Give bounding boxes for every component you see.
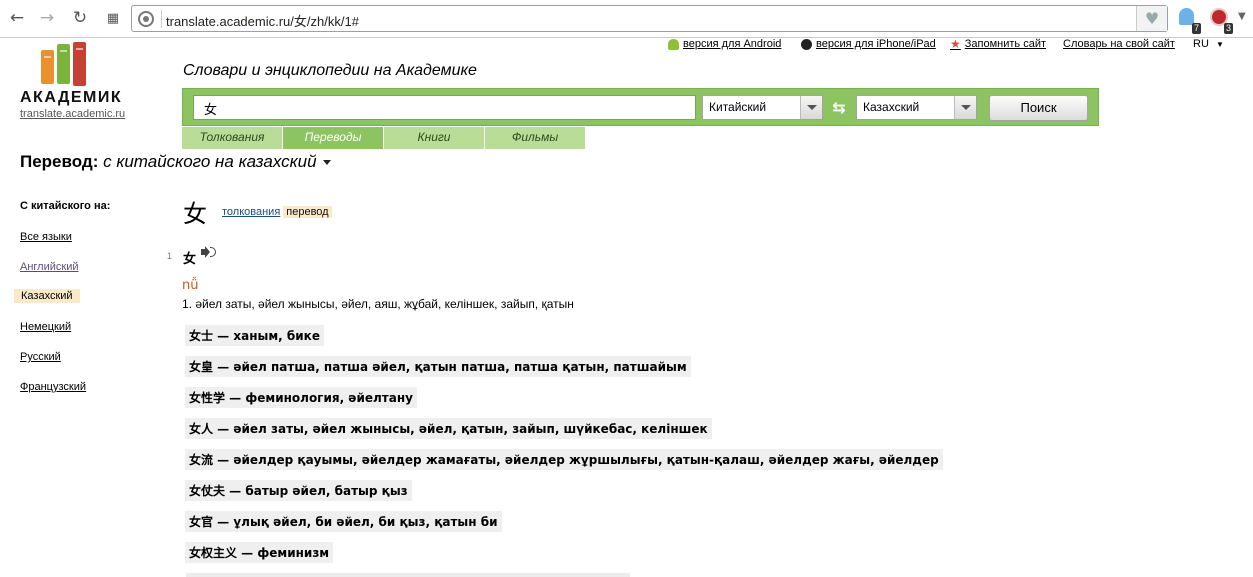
address-bar[interactable]: translate.academic.ru/女/zh/kk/1# ♥ (131, 5, 1168, 32)
speaker-wave (210, 247, 216, 257)
headword: 女 (183, 200, 207, 228)
sidebar-item-english[interactable]: Английский (20, 261, 79, 273)
url-text[interactable]: translate.academic.ru/女/zh/kk/1# (166, 11, 359, 30)
source-language-select[interactable]: Китайский (702, 95, 823, 120)
page-title-label: Перевод: (20, 152, 99, 171)
headword-links: толкования перевод (222, 206, 332, 218)
chevron-down-icon[interactable] (800, 96, 822, 119)
phrase-item: 女仗夫 — батыр әйел, батыр қыз (185, 480, 412, 501)
entry-number: 1 (167, 251, 173, 261)
bookmark-site-link[interactable]: ★ Запомнить сайт (950, 36, 1047, 51)
language-selector[interactable]: RU ▼ (1193, 38, 1224, 50)
phrase-item: 女人 — әйел заты, әйел жынысы, әйел, қатын… (185, 418, 712, 439)
reload-icon[interactable]: ↻ (68, 7, 92, 29)
sidebar-item-french[interactable]: Французский (20, 381, 86, 393)
definition: 1. әйел заты, әйел жынысы, әйел, аяш, жұ… (182, 297, 574, 311)
phrase-item: 女官 — ұлық әйел, би әйел, би қыз, қатын б… (185, 511, 502, 532)
chevron-down-icon[interactable] (954, 96, 976, 119)
tab-definitions[interactable]: Толкования (182, 127, 283, 149)
logo-book-green (57, 44, 70, 84)
tab-films[interactable]: Фильмы (485, 127, 586, 149)
ghost-shape (1179, 8, 1194, 25)
page-title: Перевод: с китайского на казахский (20, 152, 331, 172)
forward-arrow-icon[interactable]: → (35, 7, 59, 29)
logo-books-icon[interactable] (41, 42, 89, 86)
phrase-item: 女皇 — әйел патша, патша әйел, қатын патша… (185, 356, 691, 377)
star-icon: ★ (950, 36, 961, 51)
sidebar-item-kazakh: Казахский (14, 289, 80, 303)
site-title: Словари и энциклопедии на Академике (183, 62, 477, 79)
search-panel: 女 Китайский ⇆ Казахский Поиск (182, 88, 1099, 126)
source-language-value: Китайский (709, 100, 767, 114)
language-label: RU (1193, 38, 1209, 50)
swap-languages-icon[interactable]: ⇆ (828, 98, 850, 118)
search-button[interactable]: Поиск (989, 95, 1088, 121)
iphone-link-label: версия для iPhone/iPad (816, 38, 936, 50)
logo-url-link[interactable]: translate.academic.ru (20, 108, 125, 120)
search-input[interactable]: 女 (193, 95, 696, 120)
back-arrow-icon[interactable]: ← (5, 7, 29, 29)
target-language-value: Казахский (863, 100, 920, 114)
dictionary-widget-link[interactable]: Словарь на свой сайт (1063, 38, 1175, 50)
target-language-select[interactable]: Казахский (856, 95, 977, 120)
android-icon (668, 38, 679, 50)
phrase-item: 女流 — әйелдер қауымы, әйелдер жамағаты, ә… (185, 449, 943, 470)
sidebar-item-german[interactable]: Немецкий (20, 321, 71, 333)
heart-bookmark-icon[interactable]: ♥ (1136, 6, 1167, 31)
ghostery-extension-icon[interactable]: 7 (1177, 8, 1201, 34)
translation-current: перевод (283, 206, 332, 218)
url-separator (161, 10, 162, 28)
caret-down-icon[interactable] (322, 160, 331, 166)
adblock-badge: 3 (1223, 23, 1233, 34)
speaker-icon[interactable] (201, 246, 216, 259)
phrase-item: 女权主义 — феминизм (185, 542, 334, 563)
adblock-extension-icon[interactable]: 3 (1209, 8, 1233, 34)
dictionary-link-label: Словарь на свой сайт (1063, 38, 1175, 50)
top-links: версия для Android версия для iPhone/iPa… (0, 38, 1253, 52)
pinyin: nǚ (182, 278, 199, 293)
logo-book-orange (41, 50, 54, 84)
browser-menu-icon[interactable]: ▼ (1238, 11, 1246, 22)
sidebar-heading: С китайского на: (20, 200, 111, 212)
logo-book-red (73, 42, 86, 86)
tab-translations[interactable]: Переводы (283, 127, 384, 149)
definitions-link[interactable]: толкования (222, 206, 280, 218)
android-link-label: версия для Android (683, 38, 782, 50)
globe-icon (138, 11, 154, 27)
tab-books[interactable]: Книги (384, 127, 485, 149)
chevron-down-icon: ▼ (1215, 40, 1224, 49)
section-tabs: Толкования Переводы Книги Фильмы (182, 127, 586, 149)
ghostery-badge: 7 (1191, 23, 1201, 34)
android-version-link[interactable]: версия для Android (668, 38, 781, 50)
apps-grid-icon[interactable]: ▦ (101, 7, 125, 29)
iphone-version-link[interactable]: версия для iPhone/iPad (801, 38, 936, 50)
bookmark-link-label: Запомнить сайт (964, 38, 1047, 50)
entry-word: 女 (183, 252, 197, 267)
sidebar-item-russian[interactable]: Русский (20, 351, 61, 363)
browser-toolbar: ← → ↻ ▦ translate.academic.ru/女/zh/kk/1#… (0, 0, 1253, 38)
speaker-cone (201, 249, 206, 255)
logo-name[interactable]: АКАДЕМИК (20, 89, 122, 107)
apple-icon (801, 38, 812, 50)
sidebar-item-all-languages[interactable]: Все языки (20, 231, 72, 243)
phrase-item: 女士 — ханым, бике (185, 325, 324, 346)
phrase-item: 女性学 — феминология, әйелтану (185, 387, 417, 408)
translation-direction-dropdown[interactable]: с китайского на казахский (103, 152, 317, 171)
next-phrase-bar (186, 573, 630, 577)
